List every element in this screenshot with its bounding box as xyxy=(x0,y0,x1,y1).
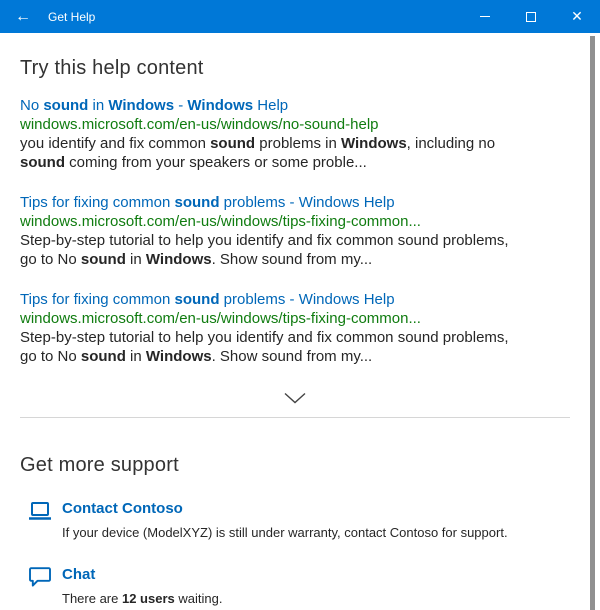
section-divider xyxy=(20,417,570,418)
more-support-heading: Get more support xyxy=(20,454,179,476)
result-title-link[interactable]: No sound in Windows - Windows Help xyxy=(20,96,570,115)
close-button[interactable]: ✕ xyxy=(554,0,600,33)
help-result: Tips for fixing common sound problems - … xyxy=(20,193,570,269)
show-more-button[interactable] xyxy=(284,392,306,404)
chat-description: There are 12 users waiting. xyxy=(62,591,223,606)
result-url: windows.microsoft.com/en-us/windows/no-s… xyxy=(20,116,379,133)
support-item-body: Chat There are 12 users waiting. xyxy=(62,565,222,607)
result-snippet-line: sound coming from your speakers or some … xyxy=(20,154,367,171)
maximize-button[interactable] xyxy=(508,0,554,33)
chat-icon xyxy=(28,565,52,588)
support-item-contact[interactable]: Contact Contoso If your device (ModelXYZ… xyxy=(20,499,570,541)
result-title-link[interactable]: Tips for fixing common sound problems - … xyxy=(20,193,570,212)
main-content: Try this help content No sound in Window… xyxy=(0,57,600,607)
result-snippet-line: Step-by-step tutorial to help you identi… xyxy=(20,232,509,249)
result-snippet-line: go to No sound in Windows. Show sound fr… xyxy=(20,251,373,268)
help-result: No sound in Windows - Windows Help windo… xyxy=(20,96,570,172)
contact-contoso-link[interactable]: Contact Contoso xyxy=(62,499,508,519)
window-controls: ✕ xyxy=(462,0,600,33)
result-title-link[interactable]: Tips for fixing common sound problems - … xyxy=(20,290,570,309)
chevron-down-icon xyxy=(284,392,306,404)
help-content-heading: Try this help content xyxy=(20,57,204,79)
titlebar: ← Get Help ✕ xyxy=(0,0,600,33)
back-button[interactable]: ← xyxy=(0,7,31,25)
result-snippet-line: Step-by-step tutorial to help you identi… xyxy=(20,329,509,346)
window-title: Get Help xyxy=(48,9,96,24)
support-item-body: Contact Contoso If your device (ModelXYZ… xyxy=(62,499,508,541)
minimize-button[interactable] xyxy=(462,0,508,33)
result-url: windows.microsoft.com/en-us/windows/tips… xyxy=(20,310,421,327)
close-icon: ✕ xyxy=(571,8,583,24)
minimize-icon xyxy=(480,16,490,17)
result-url: windows.microsoft.com/en-us/windows/tips… xyxy=(20,213,421,230)
laptop-icon xyxy=(28,499,52,522)
contact-contoso-description: If your device (ModelXYZ) is still under… xyxy=(62,525,508,540)
help-result: Tips for fixing common sound problems - … xyxy=(20,290,570,366)
result-snippet-line: go to No sound in Windows. Show sound fr… xyxy=(20,348,373,365)
vertical-scrollbar[interactable] xyxy=(590,36,595,610)
maximize-icon xyxy=(526,11,536,22)
result-snippet-line: you identify and fix common sound proble… xyxy=(20,135,496,152)
support-item-chat[interactable]: Chat There are 12 users waiting. xyxy=(20,565,570,607)
back-arrow-icon: ← xyxy=(15,7,31,25)
chat-link[interactable]: Chat xyxy=(62,565,222,585)
